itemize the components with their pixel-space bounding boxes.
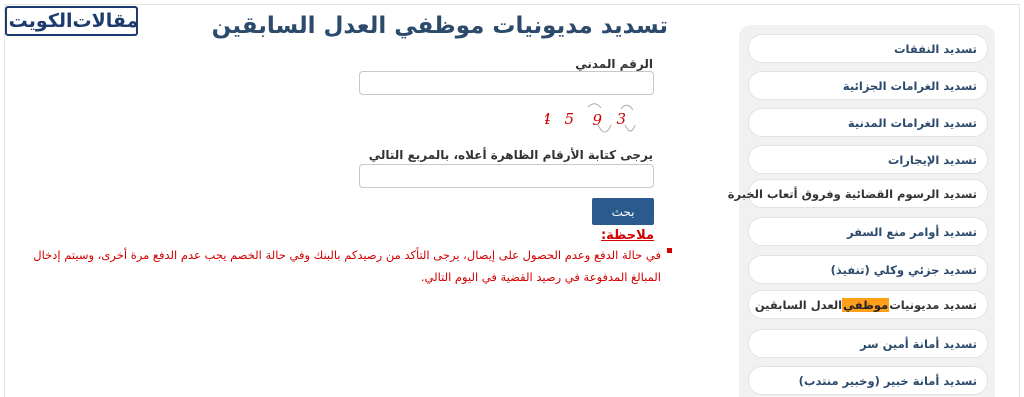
page-title: تسديد مديونيات موظفي العدل السابقين: [211, 13, 668, 39]
sidebar-item-label: تسديد النفقات: [893, 41, 977, 56]
sidebar-item-label: تسديد أمانة خبير (وخبير منتدب): [798, 373, 977, 388]
sidebar-item-label: تسديد أمانة أمين سر: [860, 336, 977, 351]
logo-part-2: الكويت: [8, 10, 73, 32]
sidebar-menu: تسديد النفقات تسديد الغرامات الجزائية تس…: [728, 25, 995, 397]
sidebar-item-partial-full-execution[interactable]: تسديد جزئي وكلي (تنفيذ): [748, 255, 988, 284]
sidebar-item-label-after: العدل السابقين: [754, 297, 843, 312]
sidebar-item-label-before: تسديد مديونيات: [889, 297, 977, 312]
sidebar-item-criminal-fines[interactable]: تسديد الغرامات الجزائية: [748, 71, 988, 100]
note-bullet-icon: [667, 248, 672, 253]
captcha-digit: 3: [616, 110, 626, 128]
sidebar-item-expert-deposit[interactable]: تسديد أمانة خبير (وخبير منتدب): [748, 366, 988, 395]
sidebar-item-alimony[interactable]: تسديد النفقات: [748, 34, 988, 63]
captcha-noise-arc: [587, 103, 602, 109]
captcha-digit: 5: [564, 110, 574, 128]
sidebar-item-civil-fines[interactable]: تسديد الغرامات المدنية: [748, 108, 988, 137]
sidebar-item-label: تسديد الغرامات المدنية: [847, 115, 977, 130]
sidebar-item-label: تسديد أوامر منع السفر: [846, 224, 977, 239]
civil-id-label: الرقم المدني: [575, 57, 653, 71]
captcha-digit: 9: [592, 111, 602, 129]
sidebar-item-label: تسديد جزئي وكلي (تنفيذ): [830, 262, 977, 277]
sidebar-item-label: تسديد الغرامات الجزائية: [842, 78, 977, 93]
logo-part-1: مقالات: [72, 10, 139, 32]
site-logo[interactable]: مقالات الكويت: [5, 6, 138, 36]
note-title: ملاحظة:: [600, 228, 654, 243]
sidebar-item-rents[interactable]: تسديد الإيجارات: [748, 145, 988, 174]
sidebar-item-travel-ban[interactable]: تسديد أوامر منع السفر: [748, 217, 988, 246]
civil-id-input[interactable]: [359, 71, 654, 95]
captcha-input[interactable]: [359, 164, 654, 188]
sidebar-item-label: تسديد الإيجارات: [887, 152, 977, 167]
search-button[interactable]: بحث: [592, 198, 654, 225]
captcha-noise-arc: [624, 124, 636, 132]
captcha-digit: 4: [545, 110, 551, 128]
note-text: في حالة الدفع وعدم الحصول على إيصال، يرج…: [33, 248, 661, 284]
captcha-label: يرجى كتابة الأرقام الظاهرة أعلاه، بالمرب…: [368, 148, 653, 162]
sidebar-item-label-highlight: موظفي: [842, 297, 890, 312]
sidebar-item-label: تسديد الرسوم القضائية وفروق أتعاب الخبرة: [727, 186, 977, 201]
sidebar-item-former-employees-debts[interactable]: تسديد مديونيات موظفي العدل السابقين: [748, 290, 988, 319]
captcha-image: 4 5 9 3: [545, 103, 636, 133]
sidebar-item-court-fees[interactable]: تسديد الرسوم القضائية وفروق أتعاب الخبرة: [728, 179, 988, 208]
sidebar-item-secretary-deposit[interactable]: تسديد أمانة أمين سر: [748, 329, 988, 358]
